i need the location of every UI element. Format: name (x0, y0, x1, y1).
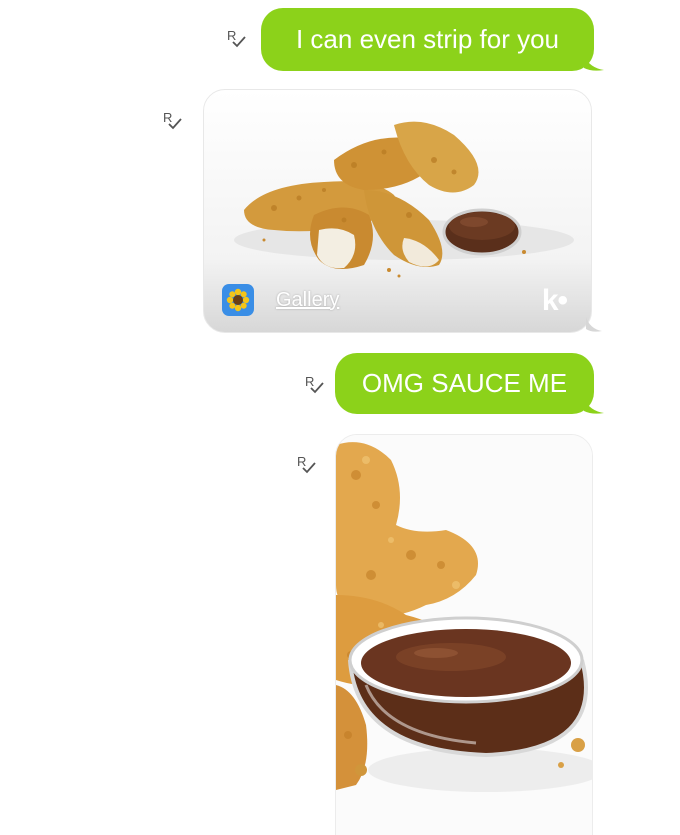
message-bubble-3[interactable]: OMG SAUCE ME (335, 353, 594, 414)
read-receipt-icon: R (224, 26, 248, 50)
svg-text:R: R (297, 454, 306, 469)
chat-screen: R I can even strip for you R Gallery k• … (0, 0, 680, 835)
read-receipt-icon: R (294, 452, 318, 476)
read-receipt-icon: R (160, 108, 184, 132)
message-text: I can even strip for you (295, 24, 560, 54)
svg-text:R: R (163, 110, 172, 125)
bubble-tail (586, 317, 602, 332)
svg-text:R: R (305, 374, 314, 389)
bubble-tail (584, 56, 604, 72)
image-message[interactable] (335, 434, 593, 835)
kik-logo: k• (541, 284, 568, 317)
svg-text:R: R (227, 28, 236, 43)
message-bubble-1[interactable]: I can even strip for you (261, 8, 594, 71)
read-receipt-icon: R (302, 372, 326, 396)
gallery-card[interactable]: Gallery k• (203, 89, 592, 333)
sauce-cup-closeup-image (336, 435, 592, 835)
bubble-tail (584, 399, 604, 415)
card-footer: Gallery k• (222, 284, 573, 317)
message-text: OMG SAUCE ME (361, 368, 568, 398)
gallery-link[interactable]: Gallery (276, 289, 339, 312)
sunflower-icon (222, 284, 254, 316)
